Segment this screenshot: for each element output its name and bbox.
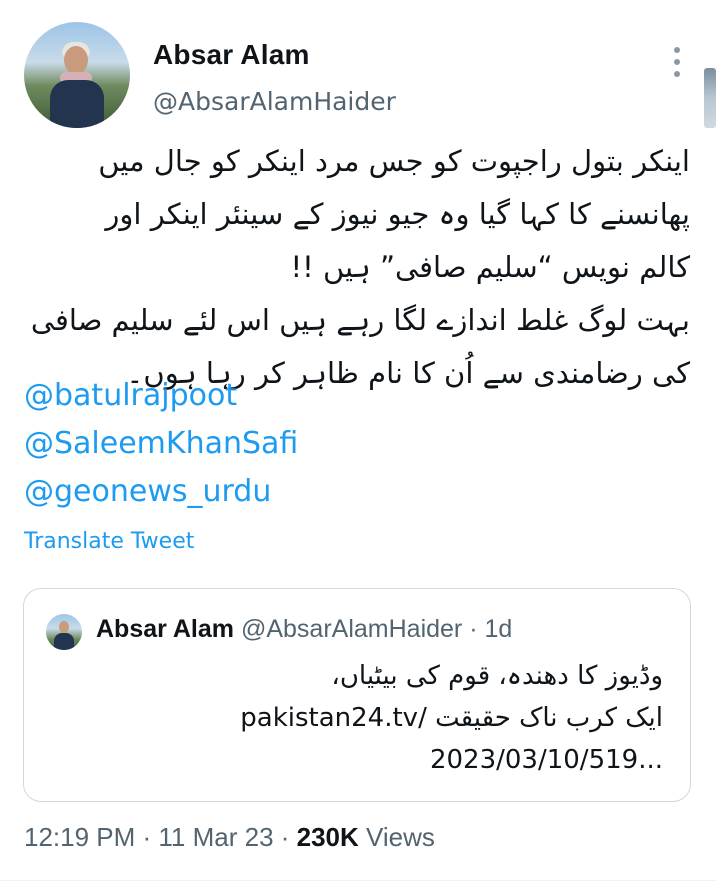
mention-link[interactable]: @SaleemKhanSafi bbox=[24, 420, 298, 468]
tweet-line: کالم نویس “سلیم صافی” ہیں !! bbox=[290, 250, 690, 284]
quoted-body: وڈیوز کا دھندہ، قوم کی بیٹیاں، ایک کرب ن… bbox=[240, 655, 663, 781]
avatar-head bbox=[64, 46, 88, 74]
quoted-line: وڈیوز کا دھندہ، قوم کی بیٹیاں، bbox=[331, 661, 663, 691]
tweet-line: پھانسنے کا کہا گیا وہ جیو نیوز کے سینئر … bbox=[105, 197, 690, 231]
quoted-author-name[interactable]: Absar Alam bbox=[96, 615, 234, 643]
timestamp[interactable]: 12:19 PM · 11 Mar 23 · bbox=[24, 822, 297, 852]
avatar-body bbox=[54, 633, 74, 650]
quoted-link-tail[interactable]: 2023/03/10/519... bbox=[240, 739, 663, 781]
tweet-mentions: @batulrajpoot @SaleemKhanSafi @geonews_u… bbox=[24, 372, 298, 516]
more-options-icon[interactable] bbox=[665, 40, 689, 84]
dot bbox=[674, 59, 680, 65]
edge-thumbnail bbox=[704, 68, 716, 128]
author-name[interactable]: Absar Alam bbox=[153, 39, 310, 71]
quoted-author-meta: @AbsarAlamHaider · 1d bbox=[234, 615, 513, 643]
quoted-link[interactable]: pakistan24.tv/ bbox=[240, 703, 427, 733]
views-count: 230K bbox=[296, 822, 359, 852]
quoted-line: ایک کرب ناک حقیقت pakistan24.tv/ bbox=[240, 697, 663, 739]
mention-link[interactable]: @geonews_urdu bbox=[24, 468, 298, 516]
avatar-body bbox=[50, 80, 104, 128]
tweet-line: بہت لوگ غلط اندازے لگا رہے ہیں اس لئے سل… bbox=[30, 303, 690, 337]
tweet-body: اینکر بتول راجپوت کو جس مرد اینکر کو جال… bbox=[0, 135, 690, 400]
tweet-line: اینکر بتول راجپوت کو جس مرد اینکر کو جال… bbox=[98, 144, 690, 178]
quoted-author-avatar[interactable] bbox=[46, 614, 82, 650]
dot bbox=[674, 47, 680, 53]
quoted-header: Absar Alam @AbsarAlamHaider · 1d bbox=[96, 615, 512, 644]
mention-link[interactable]: @batulrajpoot bbox=[24, 372, 298, 420]
author-avatar[interactable] bbox=[24, 22, 130, 128]
quoted-line-text: ایک کرب ناک حقیقت bbox=[426, 703, 663, 733]
views-label: Views bbox=[358, 822, 435, 852]
author-handle[interactable]: @AbsarAlamHaider bbox=[153, 87, 396, 116]
quoted-tweet-card[interactable]: Absar Alam @AbsarAlamHaider · 1d وڈیوز ک… bbox=[23, 588, 691, 802]
tweet-footer: 12:19 PM · 11 Mar 23 · 230K Views bbox=[24, 822, 435, 853]
dot bbox=[674, 71, 680, 77]
translate-tweet-link[interactable]: Translate Tweet bbox=[24, 529, 194, 554]
avatar-head bbox=[59, 621, 69, 633]
